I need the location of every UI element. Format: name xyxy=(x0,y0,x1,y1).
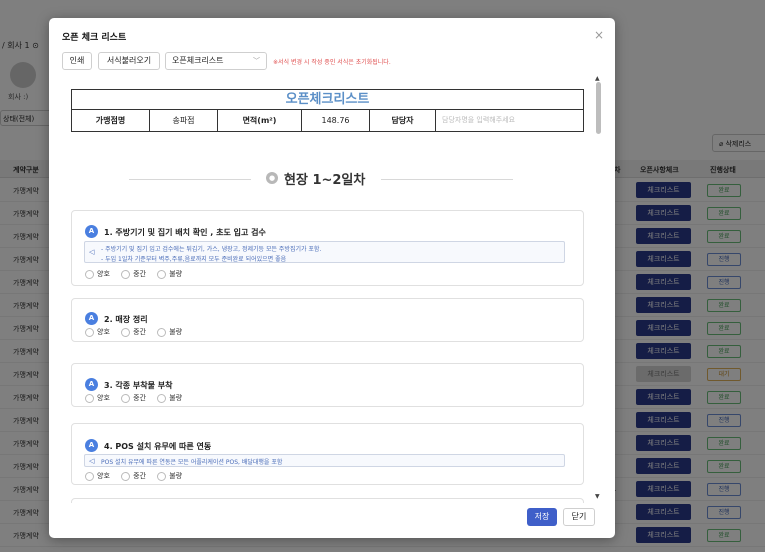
section-divider-right xyxy=(381,179,513,180)
checklist-title: 오픈체크리스트 xyxy=(72,90,583,110)
radio-icon xyxy=(157,327,167,337)
manager-input[interactable]: 담당자명을 입력해주세요 xyxy=(436,110,583,131)
close-button[interactable]: 닫기 xyxy=(563,508,595,526)
scrollbar-thumb[interactable] xyxy=(596,82,601,134)
item-note: ◁ - 주방기기 및 집기 입고 검수에는 튀김기, 가스, 냉장고, 정제기등… xyxy=(84,241,565,263)
modal-title: 오픈 체크 리스트 xyxy=(62,33,127,43)
manager-label: 담당자 xyxy=(370,110,436,131)
load-format-button[interactable]: 서식불러오기 xyxy=(98,52,160,70)
option-good[interactable]: 양호 xyxy=(85,269,110,279)
scroll-up-icon[interactable]: ▲ xyxy=(595,75,600,82)
section-header: ● 현장 1~2일차 xyxy=(59,168,595,188)
radio-icon xyxy=(121,269,131,279)
grade-badge: A xyxy=(85,378,98,391)
header-table: 오픈체크리스트 가맹점명 송파점 면적(m²) 148.76 담당자 담당자명을… xyxy=(71,89,584,132)
format-select[interactable]: 오픈체크리스트 ﹀ xyxy=(165,52,267,70)
item-note: ◁ POS 설치 유무에 따른 연동은 모든 어플리케이션 POS, 배달대행을… xyxy=(84,454,565,467)
radio-icon xyxy=(157,393,167,403)
checklist-item-1: A 1. 주방기기 및 집기 배치 확인 , 초도 입고 검수 ◁ - 주방기기… xyxy=(71,210,584,286)
radio-icon xyxy=(85,269,94,279)
section-divider-left xyxy=(129,179,251,180)
area-label: 면적(m²) xyxy=(218,110,302,131)
checklist-item-2: A 2. 매장 정리 양호 중간 불량 xyxy=(71,298,584,342)
option-bad[interactable]: 불량 xyxy=(157,393,182,403)
store-label: 가맹점명 xyxy=(72,110,150,131)
close-icon[interactable]: × xyxy=(594,28,604,42)
option-medium[interactable]: 중간 xyxy=(121,471,146,481)
item-title: 1. 주방기기 및 집기 배치 확인 , 초도 입고 검수 xyxy=(104,228,266,237)
radio-icon xyxy=(121,471,131,481)
rating-options: 양호 중간 불량 xyxy=(85,327,191,337)
option-medium[interactable]: 중간 xyxy=(121,327,146,337)
scroll-down-icon[interactable]: ▼ xyxy=(595,493,600,500)
location-pin-icon: ● xyxy=(266,172,278,184)
radio-icon xyxy=(157,471,167,481)
radio-icon xyxy=(85,393,94,403)
format-select-value: 오픈체크리스트 xyxy=(172,56,224,65)
print-button[interactable]: 인쇄 xyxy=(62,52,92,70)
radio-icon xyxy=(85,327,94,337)
megaphone-icon: ◁ xyxy=(89,248,95,256)
option-bad[interactable]: 불량 xyxy=(157,269,182,279)
checklist-content[interactable]: 오픈체크리스트 가맹점명 송파점 면적(m²) 148.76 담당자 담당자명을… xyxy=(59,78,605,503)
checklist-modal: 오픈 체크 리스트 × 인쇄 서식불러오기 오픈체크리스트 ﹀ ※서식 변경 시… xyxy=(49,18,615,538)
note-line-1: POS 설치 유무에 따른 연동은 모든 어플리케이션 POS, 배달대행을 포… xyxy=(101,459,283,466)
note-line-1: - 주방기기 및 집기 입고 검수에는 튀김기, 가스, 냉장고, 정제기등 모… xyxy=(101,246,322,253)
item-title: 4. POS 설치 유무에 따른 연동 xyxy=(104,442,212,451)
option-medium[interactable]: 중간 xyxy=(121,393,146,403)
save-button[interactable]: 저장 xyxy=(527,508,557,526)
rating-options: 양호 중간 불량 xyxy=(85,471,191,481)
option-good[interactable]: 양호 xyxy=(85,471,110,481)
format-warning: ※서식 변경 시 작성 중인 서식은 초기화됩니다. xyxy=(273,59,391,66)
rating-options: 양호 중간 불량 xyxy=(85,393,191,403)
checklist-item-5 xyxy=(71,498,584,503)
grade-badge: A xyxy=(85,312,98,325)
checklist-item-3: A 3. 각종 부착물 부착 양호 중간 불량 xyxy=(71,363,584,407)
radio-icon xyxy=(85,471,94,481)
radio-icon xyxy=(121,393,131,403)
rating-options: 양호 중간 불량 xyxy=(85,269,191,279)
megaphone-icon: ◁ xyxy=(89,457,95,465)
checklist-item-4: A 4. POS 설치 유무에 따른 연동 ◁ POS 설치 유무에 따른 연동… xyxy=(71,423,584,485)
radio-icon xyxy=(121,327,131,337)
option-good[interactable]: 양호 xyxy=(85,393,110,403)
note-line-2: - 두입 1일차 기준부터 벽주,주류,음료까지 모두 준비완료 되어있으면 좋… xyxy=(101,256,287,263)
option-bad[interactable]: 불량 xyxy=(157,471,182,481)
item-title: 2. 매장 정리 xyxy=(104,315,148,324)
section-title: 현장 1~2일차 xyxy=(284,173,366,188)
item-title: 3. 각종 부착물 부착 xyxy=(104,381,173,390)
option-medium[interactable]: 중간 xyxy=(121,269,146,279)
store-value: 송파점 xyxy=(150,110,218,131)
chevron-down-icon: ﹀ xyxy=(253,57,260,65)
area-value: 148.76 xyxy=(302,110,370,131)
grade-badge: A xyxy=(85,225,98,238)
option-good[interactable]: 양호 xyxy=(85,327,110,337)
option-bad[interactable]: 불량 xyxy=(157,327,182,337)
radio-icon xyxy=(157,269,167,279)
scrollbar[interactable]: ▲ ▼ xyxy=(593,75,603,508)
grade-badge: A xyxy=(85,439,98,452)
